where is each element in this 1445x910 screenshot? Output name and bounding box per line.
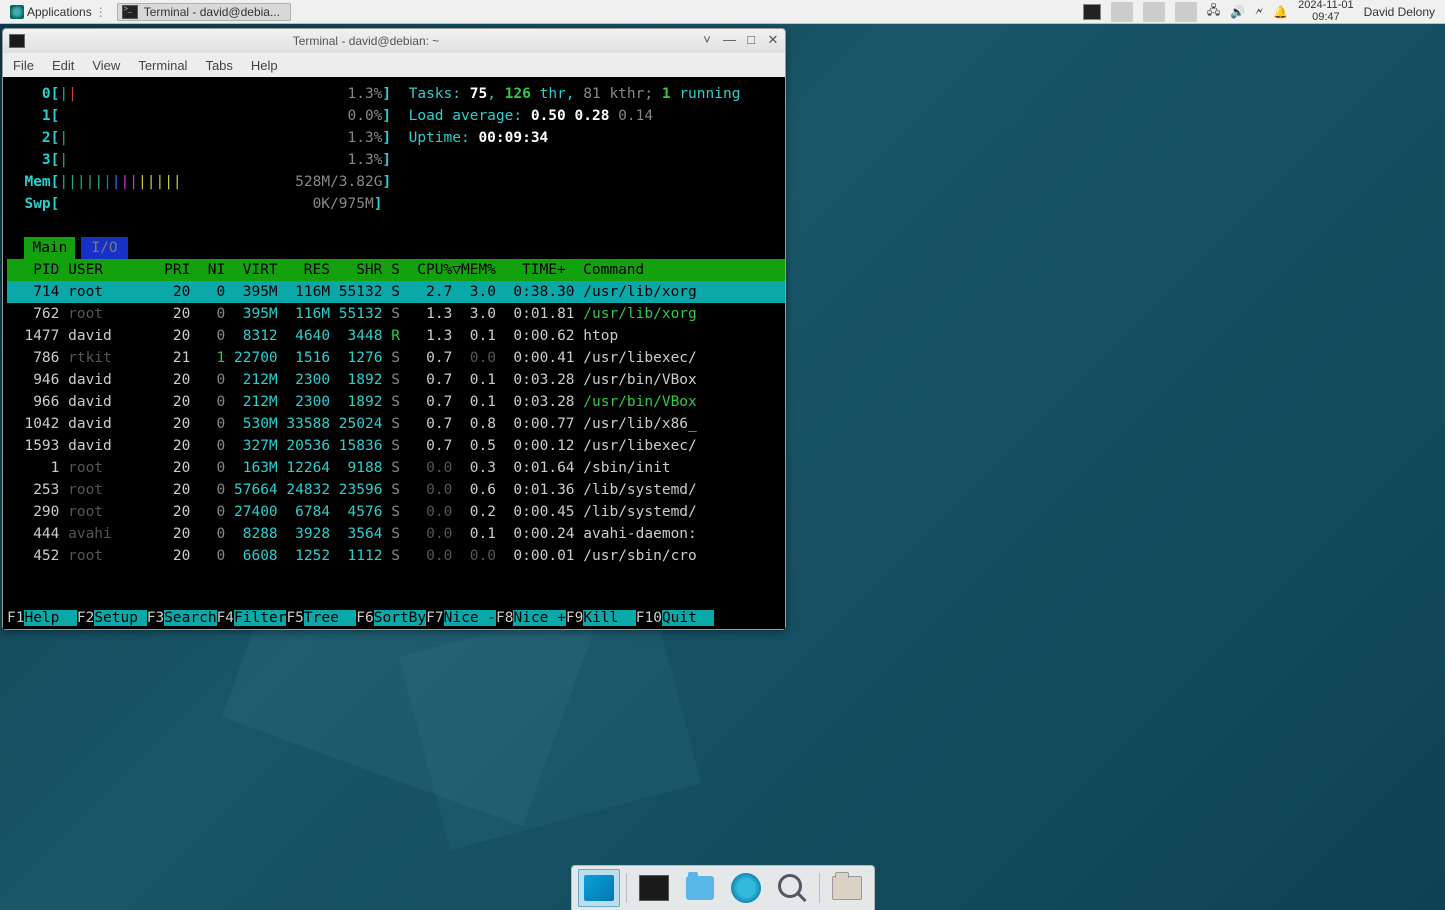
dock-file-manager[interactable] (679, 869, 721, 907)
maximize-button[interactable]: □ (745, 35, 757, 47)
clock-time: 09:47 (1298, 12, 1353, 24)
power-icon[interactable]: 🗲 (1255, 4, 1263, 19)
applications-menu[interactable]: Applications ⋮ (4, 3, 113, 21)
network-icon[interactable]: 🖧 (1207, 1, 1220, 22)
terminal-content[interactable]: 0[|| 1.3%] Tasks: 75, 126 thr, 81 kthr; … (3, 77, 785, 607)
xfce-icon (10, 5, 24, 19)
menu-view[interactable]: View (92, 58, 120, 73)
restore-button[interactable]: — (723, 35, 735, 47)
menu-separator: ⋮ (95, 5, 107, 19)
window-icon (9, 34, 25, 48)
dock-show-desktop[interactable] (578, 869, 620, 907)
tray-separator (1111, 2, 1133, 22)
menubar: File Edit View Terminal Tabs Help (3, 53, 785, 77)
dock-home-folder[interactable] (826, 869, 868, 907)
taskbar-item-terminal[interactable]: Terminal - david@debia... (117, 3, 291, 21)
dock-terminal[interactable] (633, 869, 675, 907)
top-panel: Applications ⋮ Terminal - david@debia...… (0, 0, 1445, 24)
titlebar[interactable]: Terminal - david@debian: ~ ˅ — □ ✕ (3, 29, 785, 53)
dock-app-finder[interactable] (771, 869, 813, 907)
menu-file[interactable]: File (13, 58, 34, 73)
tray-terminal-icon[interactable] (1083, 4, 1101, 20)
tray-separator (1143, 2, 1165, 22)
applications-label: Applications (27, 5, 92, 19)
menu-help[interactable]: Help (251, 58, 278, 73)
close-button[interactable]: ✕ (767, 35, 779, 47)
menu-edit[interactable]: Edit (52, 58, 74, 73)
window-title: Terminal - david@debian: ~ (31, 34, 701, 48)
dock-web-browser[interactable] (725, 869, 767, 907)
menu-tabs[interactable]: Tabs (205, 58, 232, 73)
volume-icon[interactable]: 🔊 (1230, 5, 1245, 19)
terminal-icon (122, 5, 138, 19)
clock-date: 2024-11-01 (1298, 0, 1353, 12)
dock (571, 865, 875, 910)
minimize-button[interactable]: ˅ (701, 35, 713, 47)
fkey-bar: F1Help F2Setup F3SearchF4FilterF5Tree F6… (3, 607, 785, 629)
user-menu[interactable]: David Delony (1364, 5, 1435, 19)
menu-terminal[interactable]: Terminal (138, 58, 187, 73)
notification-icon[interactable]: 🔔 (1273, 5, 1288, 19)
tray-separator (1175, 2, 1197, 22)
taskbar-label: Terminal - david@debia... (144, 5, 280, 19)
terminal-window: Terminal - david@debian: ~ ˅ — □ ✕ File … (2, 28, 786, 630)
clock[interactable]: 2024-11-01 09:47 (1298, 0, 1353, 23)
